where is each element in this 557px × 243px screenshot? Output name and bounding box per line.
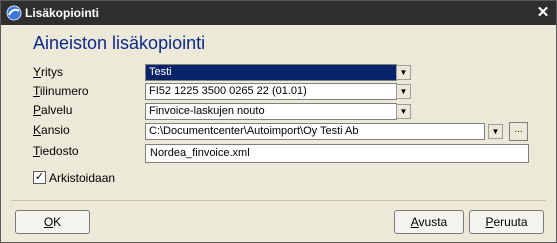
- window-title: Lisäkopiointi: [25, 6, 100, 20]
- tiedosto-value: Nordea_finvoice.xml: [150, 147, 250, 159]
- tilinumero-label: Tilinumero: [33, 84, 89, 98]
- yritys-label: Yritys: [33, 65, 64, 79]
- divider: [11, 200, 546, 201]
- kansio-select[interactable]: C:\Documentcenter\Autoimport\Oy Testi Ab: [145, 123, 485, 140]
- ok-button[interactable]: OK: [15, 210, 90, 234]
- yritys-value: Testi: [149, 66, 172, 78]
- tilinumero-select[interactable]: FI52 1225 3500 0265 22 (01.01): [145, 83, 397, 100]
- arkistoidaan-checkbox[interactable]: ✓: [33, 171, 46, 184]
- chevron-down-icon[interactable]: ▼: [488, 124, 503, 139]
- avusta-button[interactable]: Avusta: [394, 210, 464, 234]
- chevron-down-icon[interactable]: ▼: [396, 104, 411, 119]
- browse-button[interactable]: ...: [509, 122, 528, 141]
- title-bar: Lisäkopiointi ✕: [1, 1, 556, 25]
- dialog-window: Lisäkopiointi ✕ Aineiston lisäkopiointi …: [0, 0, 557, 243]
- app-logo-icon: [6, 5, 22, 21]
- yritys-select[interactable]: Testi: [145, 64, 397, 81]
- tiedosto-input[interactable]: Nordea_finvoice.xml: [145, 144, 529, 163]
- tiedosto-label: Tiedosto: [33, 144, 79, 158]
- palvelu-value: Finvoice-laskujen nouto: [149, 105, 265, 117]
- arkistoidaan-label: Arkistoidaan: [49, 171, 116, 185]
- close-icon[interactable]: ✕: [535, 5, 551, 21]
- kansio-label: Kansio: [33, 123, 70, 137]
- palvelu-label: Palvelu: [33, 103, 73, 117]
- chevron-down-icon[interactable]: ▼: [396, 84, 411, 99]
- page-title: Aineiston lisäkopiointi: [33, 33, 206, 53]
- kansio-value: C:\Documentcenter\Autoimport\Oy Testi Ab: [149, 125, 359, 137]
- tilinumero-value: FI52 1225 3500 0265 22 (01.01): [149, 85, 307, 97]
- palvelu-select[interactable]: Finvoice-laskujen nouto: [145, 103, 397, 120]
- peruuta-button[interactable]: Peruuta: [469, 210, 544, 234]
- chevron-down-icon[interactable]: ▼: [396, 65, 411, 80]
